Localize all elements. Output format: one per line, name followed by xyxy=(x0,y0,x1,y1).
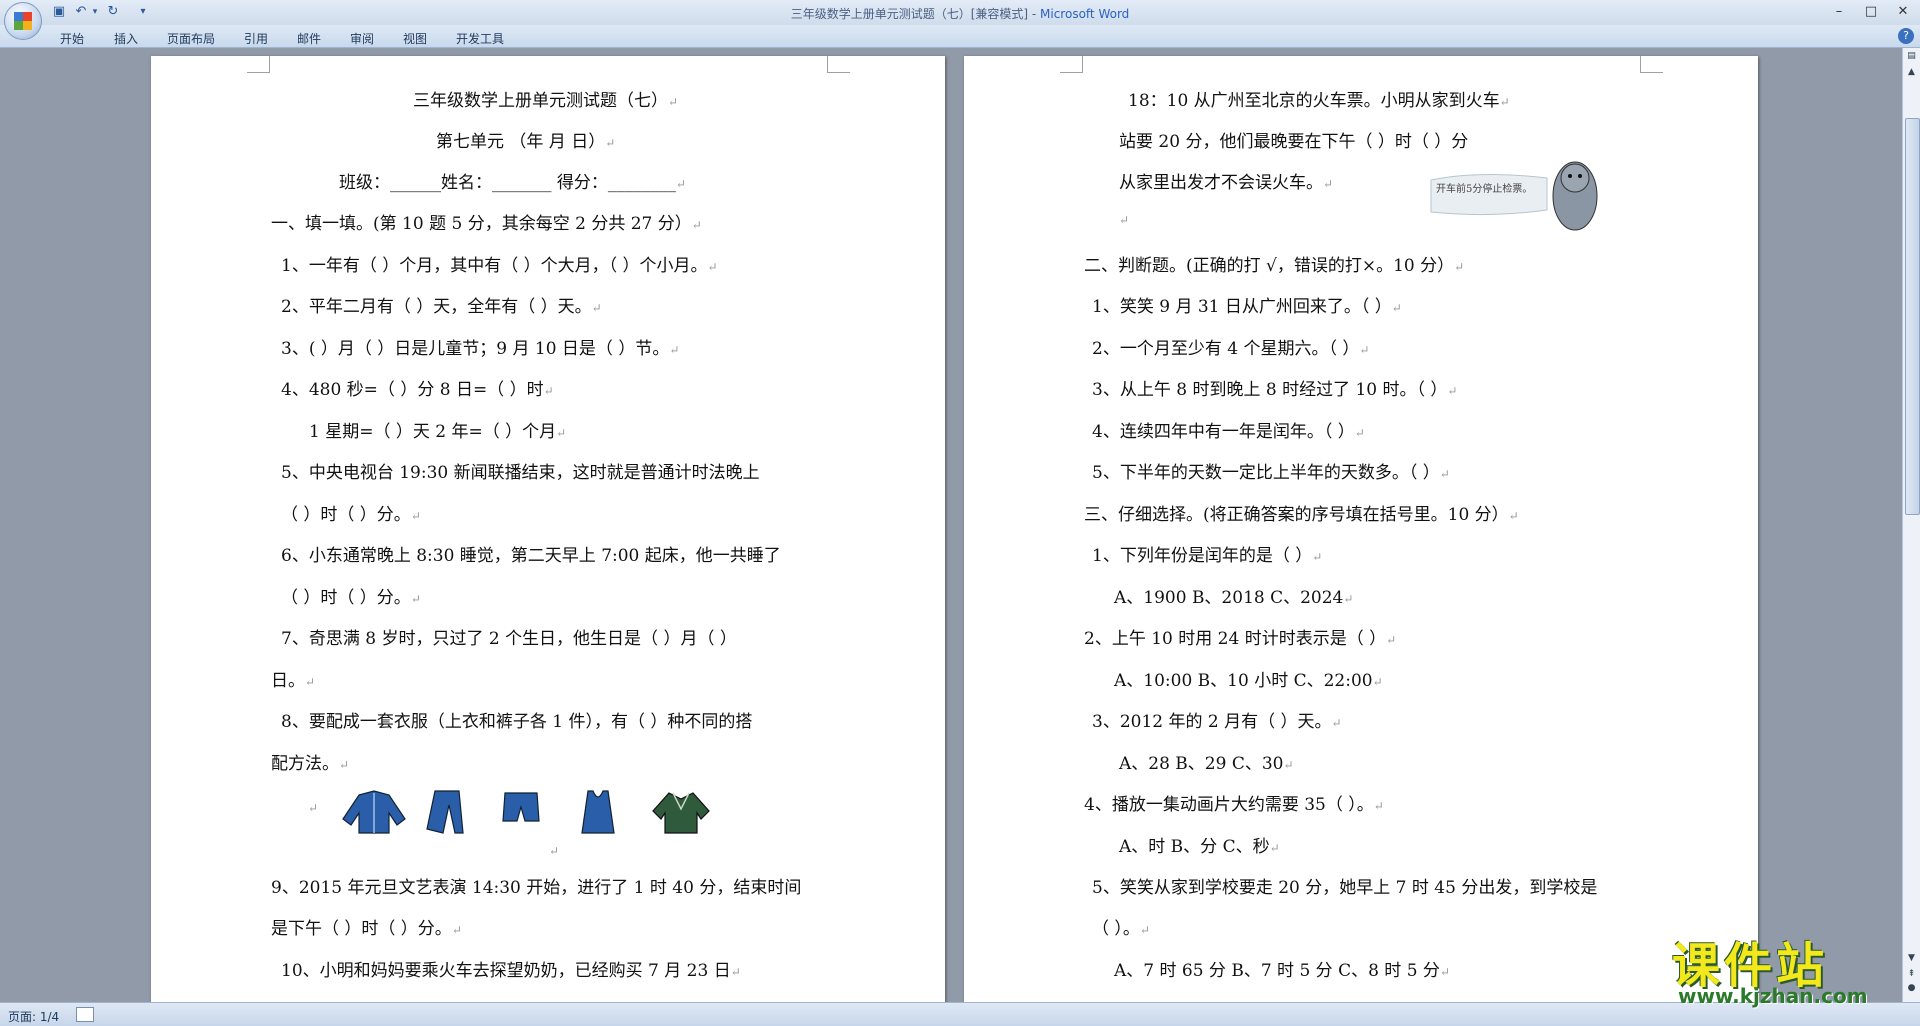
question-line: （ ）时（ ）分。↵ xyxy=(281,588,421,608)
question-line: 5、笑笑从家到学校要走 20 分，她早上 7 时 45 分出发，到学校是 xyxy=(1092,878,1598,898)
question-line: 8、要配成一套衣服（上衣和裤子各 1 件），有（ ）种不同的搭 xyxy=(281,712,753,732)
office-button[interactable] xyxy=(4,2,42,40)
scrollbar-thumb[interactable] xyxy=(1905,118,1920,515)
question-line: 3、( ）月（ ）日是儿童节；9 月 10 日是（ ）节。↵ xyxy=(281,339,680,359)
margin-corner-mark xyxy=(1060,56,1083,73)
close-button[interactable]: ✕ xyxy=(1888,2,1918,22)
document-title: 三年级数学上册单元测试题（七）[兼容模式] - xyxy=(790,7,1041,21)
paragraph-mark: ↵ xyxy=(1119,213,1130,227)
watermark-url: www.kjzhan.com xyxy=(1678,984,1868,1008)
question-line: 配方法。↵ xyxy=(271,754,350,774)
proofing-icon[interactable] xyxy=(76,1007,94,1022)
window-title: 三年级数学上册单元测试题（七）[兼容模式] - Microsoft Word xyxy=(0,5,1920,22)
question-line: 1、一年有（ ）个月，其中有（ ）个大月，（ ）个小月。↵ xyxy=(281,256,718,276)
scroll-down-icon[interactable]: ▼ xyxy=(1905,952,1918,965)
question-line: 2、一个月至少有 4 个星期六。（ ）↵ xyxy=(1092,339,1370,359)
office-logo-icon xyxy=(14,12,32,30)
answer-options: A、28 B、29 C、30↵ xyxy=(1119,754,1294,774)
question-line: （ ）时（ ）分。↵ xyxy=(281,505,421,525)
question-line: 9、2015 年元旦文艺表演 14:30 开始，进行了 1 时 40 分，结束时… xyxy=(271,878,802,898)
question-line: 10、小明和妈妈要乘火车去探望奶奶，已经购买 7 月 23 日↵ xyxy=(281,961,741,981)
tab-insert[interactable]: 插入 xyxy=(114,30,138,47)
site-watermark: 课件站 www.kjzhan.com xyxy=(1660,926,1900,1008)
scroll-up-icon[interactable]: ▲ xyxy=(1905,66,1918,79)
question-line: 7、奇思满 8 岁时，只过了 2 个生日，他生日是（ ）月（ ） xyxy=(281,629,737,649)
question-line: 1、下列年份是闰年的是（ ）↵ xyxy=(1092,546,1323,566)
question-line: 4、播放一集动画片大约需要 35（ ）。↵ xyxy=(1084,795,1384,815)
tab-mailings[interactable]: 邮件 xyxy=(297,30,321,47)
student-info-line: 班级：______姓名：_______ 得分：________↵ xyxy=(339,173,686,193)
jacket-icon xyxy=(342,790,406,834)
answer-options: A、7 时 65 分 B、7 时 5 分 C、8 时 5 分↵ xyxy=(1114,961,1450,981)
question-line: 3、2012 年的 2 月有（ ）天。↵ xyxy=(1092,712,1342,732)
tab-page-layout[interactable]: 页面布局 xyxy=(167,30,215,47)
question-line: 从家里出发才不会误火车。↵ xyxy=(1119,173,1334,193)
title-bar: ▣ ↶ ▾ ↻ ▾ 三年级数学上册单元测试题（七）[兼容模式] - Micros… xyxy=(0,0,1920,40)
trousers-icon xyxy=(426,790,464,834)
answer-options: A、时 B、分 C、秒↵ xyxy=(1119,837,1280,857)
section-heading: 一、填一填。(第 10 题 5 分，其余每空 2 分共 27 分）↵ xyxy=(271,214,702,234)
ruler-toggle-icon[interactable]: ▤ xyxy=(1905,50,1918,63)
help-icon[interactable]: ? xyxy=(1898,28,1914,44)
cartoon-cat-sign-image xyxy=(1430,161,1598,231)
paragraph-mark: ↵ xyxy=(308,801,319,815)
margin-corner-mark xyxy=(1640,56,1663,73)
tab-view[interactable]: 视图 xyxy=(403,30,427,47)
margin-corner-mark xyxy=(827,56,850,73)
minimize-button[interactable]: – xyxy=(1824,2,1854,22)
question-line: 4、连续四年中有一年是闰年。（ ）↵ xyxy=(1092,422,1365,442)
tab-review[interactable]: 审阅 xyxy=(350,30,374,47)
question-line: 3、从上午 8 时到晚上 8 时经过了 10 时。（ ）↵ xyxy=(1092,380,1458,400)
cartoon-caption: 开车前5分停止检票。 xyxy=(1436,184,1533,195)
page-count[interactable]: 页面: 1/4 xyxy=(8,1008,59,1025)
ribbon-tabs: 开始 插入 页面布局 引用 邮件 审阅 视图 开发工具 ? xyxy=(0,25,1920,48)
question-line: 日。↵ xyxy=(271,671,316,691)
status-bar: 页面: 1/4 xyxy=(0,1002,1920,1026)
section-heading: 二、判断题。(正确的打 √，错误的打×。10 分）↵ xyxy=(1084,256,1465,276)
shorts-icon xyxy=(502,792,540,822)
document-page-2[interactable]: 18：10 从广州至北京的火车票。小明从家到火车↵ 站要 20 分，他们最晚要在… xyxy=(964,56,1758,1002)
browse-object-icon[interactable]: ● xyxy=(1905,982,1918,995)
question-line: 2、上午 10 时用 24 时计时表示是（ ）↵ xyxy=(1084,629,1397,649)
previous-page-icon[interactable]: ⇞ xyxy=(1905,968,1918,981)
doc-title: 三年级数学上册单元测试题（七）↵ xyxy=(413,91,679,111)
vertical-scrollbar[interactable]: ▤ ▲ ▼ ⇞ ● xyxy=(1902,48,1920,1002)
paragraph-mark: ↵ xyxy=(549,844,560,858)
question-line: 是下午（ ）时（ ）分。↵ xyxy=(271,919,462,939)
margin-corner-mark xyxy=(247,56,270,73)
vest-icon xyxy=(581,790,615,834)
answer-options: A、1900 B、2018 C、2024↵ xyxy=(1114,588,1354,608)
maximize-button[interactable]: □ xyxy=(1856,2,1886,22)
question-line: （ ）。↵ xyxy=(1092,919,1150,939)
coat-icon xyxy=(652,792,710,834)
tab-home[interactable]: 开始 xyxy=(60,30,84,47)
tab-references[interactable]: 引用 xyxy=(244,30,268,47)
app-name: Microsoft Word xyxy=(1040,7,1130,21)
question-line: 18：10 从广州至北京的火车票。小明从家到火车↵ xyxy=(1128,91,1510,111)
question-line: 1、笑笑 9 月 31 日从广州回来了。（ ）↵ xyxy=(1092,297,1402,317)
question-line: 站要 20 分，他们最晚要在下午（ ）时（ ）分 xyxy=(1119,132,1469,152)
question-line: 5、下半年的天数一定比上半年的天数多。（ ）↵ xyxy=(1092,463,1450,483)
question-line: 2、平年二月有（ ）天，全年有（ ）天。↵ xyxy=(281,297,602,317)
tab-developer[interactable]: 开发工具 xyxy=(456,30,504,47)
doc-subtitle: 第七单元 （年 月 日）↵ xyxy=(436,132,616,152)
question-line: 1 星期=（ ）天 2 年=（ ）个月↵ xyxy=(309,422,567,442)
question-line: 5、中央电视台 19:30 新闻联播结束，这时就是普通计时法晚上 xyxy=(281,463,760,483)
question-line: 6、小东通常晚上 8:30 睡觉，第二天早上 7:00 起床，他一共睡了 xyxy=(281,546,781,566)
document-page-1[interactable]: 三年级数学上册单元测试题（七）↵ 第七单元 （年 月 日）↵ 班级：______… xyxy=(151,56,945,1002)
question-line: 4、480 秒=（ ）分 8 日=（ ）时↵ xyxy=(281,380,554,400)
section-heading: 三、仔细选择。(将正确答案的序号填在括号里。10 分）↵ xyxy=(1084,505,1519,525)
answer-options: A、10:00 B、10 小时 C、22:00↵ xyxy=(1114,671,1383,691)
document-area[interactable]: 三年级数学上册单元测试题（七）↵ 第七单元 （年 月 日）↵ 班级：______… xyxy=(0,48,1902,1002)
